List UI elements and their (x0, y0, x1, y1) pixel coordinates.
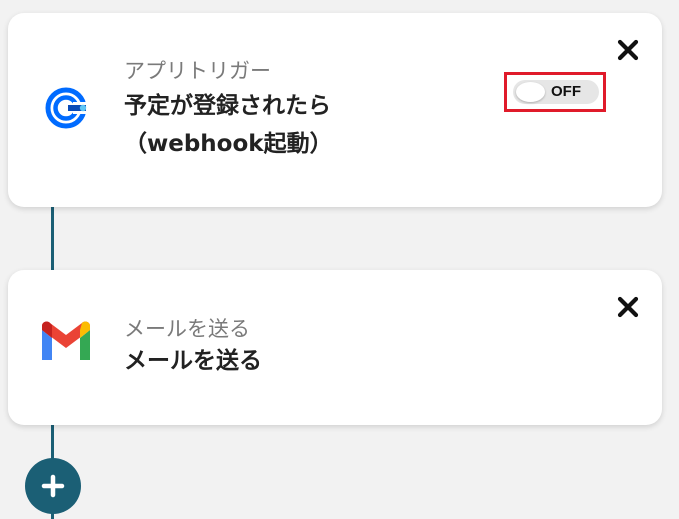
toggle-highlight-frame: OFF (504, 72, 606, 112)
trigger-step-card[interactable]: アプリトリガー 予定が登録されたら （webhook起動） OFF (8, 13, 662, 207)
toggle-knob (516, 82, 545, 102)
trigger-toggle[interactable]: OFF (513, 80, 599, 104)
close-icon[interactable] (616, 38, 640, 62)
step-app-label: メールを送る (124, 317, 250, 341)
step-app-label: アプリトリガー (124, 59, 271, 83)
step-title: 予定が登録されたら （webhook起動） (124, 93, 333, 157)
add-step-button[interactable] (25, 458, 81, 514)
gmail-icon (38, 320, 94, 364)
plus-icon (41, 474, 65, 498)
toggle-state-label: OFF (551, 83, 581, 100)
calendly-icon (44, 86, 88, 130)
close-icon[interactable] (616, 295, 640, 319)
step-title: メールを送る (124, 348, 262, 374)
flow-canvas: アプリトリガー 予定が登録されたら （webhook起動） OFF メールを送る… (0, 0, 679, 519)
flow-connector-line (51, 200, 54, 278)
action-step-card[interactable]: メールを送る メールを送る (8, 270, 662, 425)
